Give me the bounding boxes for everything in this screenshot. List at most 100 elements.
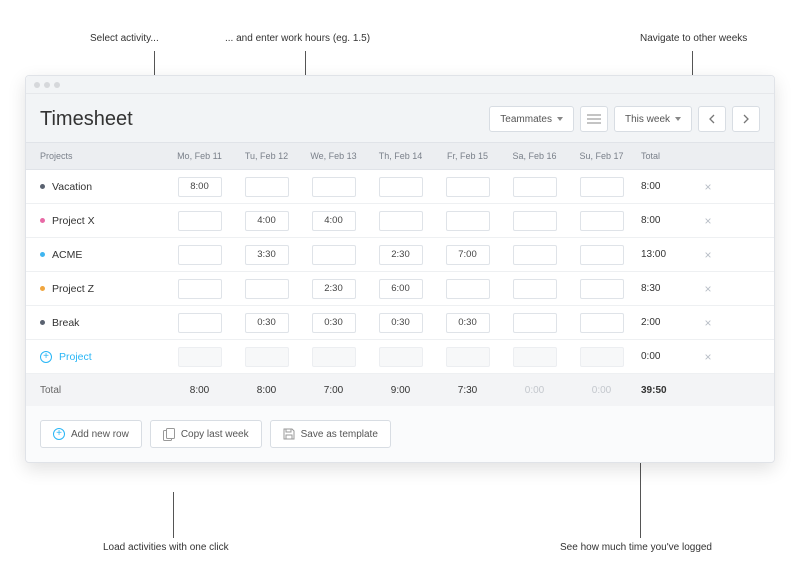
hour-input[interactable] xyxy=(379,177,423,197)
day-total-0: 8:00 xyxy=(166,385,233,396)
table-row: Break 2:00× xyxy=(26,306,774,340)
col-day-3: Th, Feb 14 xyxy=(367,151,434,161)
hour-input[interactable] xyxy=(513,177,557,197)
add-row-button[interactable]: + Add new row xyxy=(40,420,142,448)
delete-row-button[interactable]: × xyxy=(693,180,723,194)
table-row: Project Z 8:30× xyxy=(26,272,774,306)
delete-row-button[interactable]: × xyxy=(693,282,723,296)
plus-circle-icon: + xyxy=(53,428,65,440)
header-bar: Timesheet Teammates This week xyxy=(26,94,774,142)
table-row: Vacation 8:00× xyxy=(26,170,774,204)
project-name[interactable]: Project X xyxy=(52,215,95,227)
list-view-button[interactable] xyxy=(580,106,608,132)
hour-input[interactable] xyxy=(245,245,289,265)
annot-see-time: See how much time you've logged xyxy=(560,542,712,553)
hour-input[interactable] xyxy=(178,177,222,197)
totals-row: Total 8:00 8:00 7:00 9:00 7:30 0:00 0:00… xyxy=(26,374,774,406)
range-dropdown[interactable]: This week xyxy=(614,106,692,132)
day-total-1: 8:00 xyxy=(233,385,300,396)
chevron-left-icon xyxy=(709,114,715,124)
plus-circle-icon: + xyxy=(40,351,52,363)
project-name[interactable]: Project Z xyxy=(52,283,94,295)
hour-input[interactable] xyxy=(178,313,222,333)
table-row: Project X8:00× xyxy=(26,204,774,238)
hour-input[interactable] xyxy=(178,245,222,265)
page-title: Timesheet xyxy=(40,108,489,131)
annot-select-activity: Select activity... xyxy=(90,33,159,44)
hour-input[interactable] xyxy=(446,279,490,299)
annot-enter-hours: ... and enter work hours (eg. 1.5) xyxy=(225,33,370,44)
hour-input[interactable] xyxy=(245,177,289,197)
project-dot xyxy=(40,252,45,257)
hour-input[interactable] xyxy=(446,211,490,231)
row-total: 0:00 xyxy=(635,351,693,362)
hour-input[interactable] xyxy=(513,313,557,333)
chevron-down-icon xyxy=(675,117,681,121)
chevron-down-icon xyxy=(557,117,563,121)
table-header: Projects Mo, Feb 11 Tu, Feb 12 We, Feb 1… xyxy=(26,142,774,170)
col-day-2: We, Feb 13 xyxy=(300,151,367,161)
row-total: 8:00 xyxy=(635,181,693,192)
row-total: 8:30 xyxy=(635,283,693,294)
annot-load-click: Load activities with one click xyxy=(103,542,229,553)
day-total-6: 0:00 xyxy=(568,385,635,396)
hour-input[interactable] xyxy=(312,177,356,197)
hour-input[interactable] xyxy=(245,211,289,231)
add-project-row[interactable]: + Project 0:00 × xyxy=(26,340,774,374)
col-day-0: Mo, Feb 11 xyxy=(166,151,233,161)
hour-input[interactable] xyxy=(312,211,356,231)
delete-row-button[interactable]: × xyxy=(693,350,723,364)
delete-row-button[interactable]: × xyxy=(693,316,723,330)
chevron-right-icon xyxy=(743,114,749,124)
hour-input[interactable] xyxy=(178,279,222,299)
app-window: Timesheet Teammates This week Projects M… xyxy=(25,75,775,463)
hour-input[interactable] xyxy=(513,211,557,231)
hour-input[interactable] xyxy=(379,211,423,231)
hour-input[interactable] xyxy=(312,313,356,333)
hour-input[interactable] xyxy=(245,313,289,333)
copy-last-week-button[interactable]: Copy last week xyxy=(150,420,262,448)
col-day-1: Tu, Feb 12 xyxy=(233,151,300,161)
row-total: 2:00 xyxy=(635,317,693,328)
hour-input[interactable] xyxy=(446,313,490,333)
delete-row-button[interactable]: × xyxy=(693,214,723,228)
hour-input[interactable] xyxy=(379,313,423,333)
project-dot xyxy=(40,218,45,223)
hour-input[interactable] xyxy=(513,279,557,299)
save-template-button[interactable]: Save as template xyxy=(270,420,391,448)
day-total-4: 7:30 xyxy=(434,385,501,396)
hour-input[interactable] xyxy=(178,211,222,231)
hour-input[interactable] xyxy=(580,279,624,299)
list-icon xyxy=(587,114,601,124)
hour-input[interactable] xyxy=(580,245,624,265)
hour-input[interactable] xyxy=(312,245,356,265)
hour-input[interactable] xyxy=(580,313,624,333)
hour-input[interactable] xyxy=(580,211,624,231)
next-week-button[interactable] xyxy=(732,106,760,132)
day-total-5: 0:00 xyxy=(501,385,568,396)
hour-input[interactable] xyxy=(245,279,289,299)
hour-input[interactable] xyxy=(580,177,624,197)
annot-nav-weeks: Navigate to other weeks xyxy=(640,33,747,44)
add-project-label: Project xyxy=(59,351,92,363)
hour-input[interactable] xyxy=(312,279,356,299)
hour-input xyxy=(379,347,423,367)
totals-label: Total xyxy=(26,385,166,396)
hour-input[interactable] xyxy=(379,245,423,265)
col-day-5: Sa, Feb 16 xyxy=(501,151,568,161)
hour-input[interactable] xyxy=(446,177,490,197)
project-dot xyxy=(40,286,45,291)
prev-week-button[interactable] xyxy=(698,106,726,132)
hour-input[interactable] xyxy=(446,245,490,265)
project-name[interactable]: Break xyxy=(52,317,79,329)
delete-row-button[interactable]: × xyxy=(693,248,723,262)
timesheet-table: Projects Mo, Feb 11 Tu, Feb 12 We, Feb 1… xyxy=(26,142,774,406)
project-name[interactable]: Vacation xyxy=(52,181,92,193)
table-row: ACME13:00× xyxy=(26,238,774,272)
day-total-3: 9:00 xyxy=(367,385,434,396)
hour-input[interactable] xyxy=(513,245,557,265)
hour-input xyxy=(446,347,490,367)
teammates-dropdown[interactable]: Teammates xyxy=(489,106,574,132)
project-name[interactable]: ACME xyxy=(52,249,82,261)
hour-input[interactable] xyxy=(379,279,423,299)
